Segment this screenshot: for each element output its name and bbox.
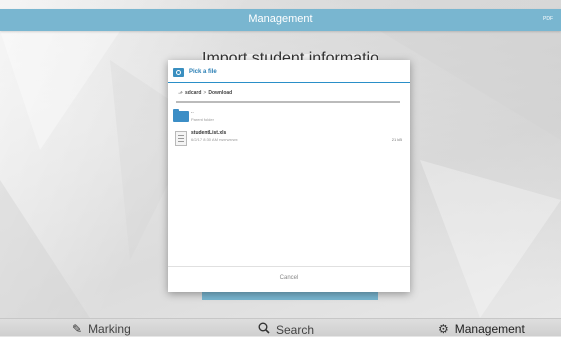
breadcrumb[interactable]: ⬏ sdcard > Download bbox=[168, 87, 410, 101]
nav-marking[interactable]: ✎ Marking bbox=[72, 322, 131, 336]
file-name: studentList.xls bbox=[191, 130, 227, 136]
nav-management-label: Management bbox=[454, 322, 525, 336]
pdf-button[interactable]: PDF bbox=[543, 16, 553, 22]
breadcrumb-folder[interactable]: Download bbox=[208, 90, 232, 96]
file-row[interactable]: studentList.xls 6/2/17 8:30 AM rwxrwxrwx… bbox=[168, 129, 410, 149]
dialog-title: Pick a file bbox=[189, 69, 217, 75]
nav-marking-label: Marking bbox=[88, 322, 131, 336]
gear-icon: ⚙ bbox=[438, 322, 449, 336]
file-meta: 6/2/17 8:30 AM rwxrwxrwx bbox=[191, 137, 238, 142]
bottom-navigation: ✎ Marking Search ⚙ Management bbox=[0, 318, 561, 337]
nav-search[interactable]: Search bbox=[258, 322, 314, 337]
parent-folder-label: Parent folder bbox=[191, 117, 214, 122]
page-title: Management bbox=[248, 13, 313, 25]
parent-folder-row[interactable]: .. Parent folder bbox=[168, 109, 410, 129]
breadcrumb-path: sdcard > Download bbox=[185, 90, 232, 96]
pencil-icon: ✎ bbox=[72, 322, 83, 336]
nav-management[interactable]: ⚙ Management bbox=[438, 322, 525, 336]
file-size: 21 kB bbox=[391, 137, 402, 142]
path-divider bbox=[176, 101, 400, 103]
folder-icon bbox=[173, 109, 189, 122]
up-arrow-icon[interactable]: ⬏ bbox=[178, 90, 183, 97]
document-icon bbox=[175, 131, 187, 146]
cancel-button[interactable]: Cancel bbox=[168, 266, 410, 292]
camera-icon bbox=[173, 68, 184, 77]
cancel-label: Cancel bbox=[279, 275, 299, 281]
breadcrumb-root[interactable]: sdcard bbox=[185, 90, 201, 96]
header-divider bbox=[168, 82, 410, 83]
parent-folder-name: .. bbox=[191, 109, 194, 115]
top-app-bar: Management PDF bbox=[0, 9, 561, 31]
dialog-header: Pick a file bbox=[168, 60, 410, 82]
file-picker-dialog: Pick a file ⬏ sdcard > Download .. Parent … bbox=[168, 60, 410, 292]
